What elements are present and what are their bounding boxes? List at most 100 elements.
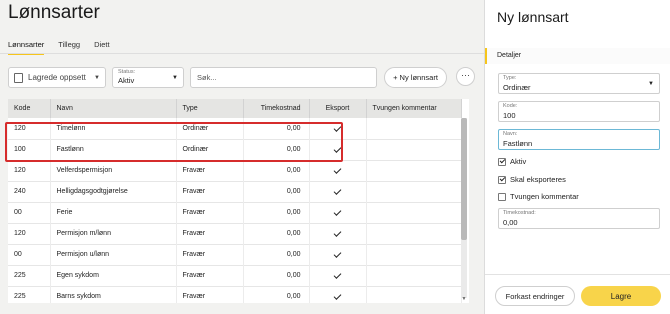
column-header-timekostnad[interactable]: Timekostnad	[243, 99, 310, 118]
kode-field[interactable]: Kode: 100	[498, 101, 660, 122]
table-row[interactable]: 00 Ferie Fravær 0,00	[8, 202, 462, 223]
cell-type: Ordinær	[176, 118, 244, 139]
search-input[interactable]	[190, 67, 377, 88]
table-row[interactable]: 225 Egen sykdom Fravær 0,00	[8, 265, 462, 286]
cell-kode: 120	[8, 118, 51, 139]
cell-navn: Permisjon u/lønn	[50, 244, 177, 265]
discard-changes-button[interactable]: Forkast endringer	[495, 286, 575, 306]
cell-type: Fravær	[176, 244, 244, 265]
table-row[interactable]: 120 Permisjon m/lønn Fravær 0,00	[8, 223, 462, 244]
cell-timekostnad: 0,00	[243, 244, 310, 265]
cell-kode: 100	[8, 139, 51, 160]
cell-type: Fravær	[176, 286, 244, 303]
aktiv-checkbox-row[interactable]: Aktiv	[498, 157, 526, 166]
eksport-checkbox-row[interactable]: Skal eksporteres	[498, 175, 566, 184]
cell-eksport	[309, 139, 367, 160]
column-header-eksport[interactable]: Eksport	[309, 99, 367, 118]
cell-timekostnad: 0,00	[243, 139, 310, 160]
table-row[interactable]: 225 Barns sykdom Fravær 0,00	[8, 286, 462, 303]
timekostnad-field[interactable]: Timekostnad: 0,00	[498, 208, 660, 229]
cell-timekostnad: 0,00	[243, 202, 310, 223]
cell-kode: 00	[8, 202, 51, 223]
caret-down-icon: ▼	[648, 81, 654, 87]
table-header-row: Kode Navn Type Timekostnad Eksport Tvung…	[8, 99, 462, 118]
cell-type: Fravær	[176, 160, 244, 181]
cell-tvungen-kommentar	[366, 118, 462, 139]
navn-field[interactable]: Navn: Fastlønn	[498, 129, 660, 150]
eksport-label: Skal eksporteres	[510, 175, 566, 184]
checkmark-icon	[333, 208, 342, 216]
new-lonnsart-button[interactable]: + Ny lønnsart	[384, 67, 447, 88]
cell-tvungen-kommentar	[366, 181, 462, 202]
timekostnad-label: Timekostnad:	[503, 210, 536, 216]
saved-views-dropdown[interactable]: Lagrede oppsett ▼	[8, 67, 106, 88]
table-row[interactable]: 240 Helligdagsgodtgjørelse Fravær 0,00	[8, 181, 462, 202]
type-value: Ordinær	[503, 83, 531, 92]
tab-detaljer[interactable]: Detaljer	[485, 48, 670, 64]
cell-tvungen-kommentar	[366, 160, 462, 181]
scrollbar-thumb[interactable]	[461, 118, 467, 240]
status-label: Status:	[118, 69, 136, 75]
saved-views-label: Lagrede oppsett	[28, 73, 86, 82]
cell-kode: 120	[8, 223, 51, 244]
column-header-tvungen-kommentar[interactable]: Tvungen kommentar	[366, 99, 462, 118]
caret-down-icon: ▼	[94, 74, 100, 81]
cell-navn: Ferie	[50, 202, 177, 223]
kommentar-label: Tvungen kommentar	[510, 192, 579, 201]
table-scrollbar[interactable]	[461, 118, 467, 298]
kommentar-checkbox[interactable]	[498, 192, 506, 201]
cell-navn: Permisjon m/lønn	[50, 223, 177, 244]
cell-type: Fravær	[176, 181, 244, 202]
cell-navn: Helligdagsgodtgjørelse	[50, 181, 177, 202]
lonnsart-table: Kode Navn Type Timekostnad Eksport Tvung…	[8, 99, 469, 303]
cell-eksport	[309, 223, 367, 244]
status-value: Aktiv	[118, 76, 135, 85]
tabs-divider	[0, 53, 484, 54]
cell-type: Ordinær	[176, 139, 244, 160]
column-header-navn[interactable]: Navn	[50, 99, 177, 118]
scroll-down-icon[interactable]: ▼	[461, 296, 467, 302]
footer-divider	[485, 274, 670, 275]
column-header-type[interactable]: Type	[176, 99, 244, 118]
type-select[interactable]: Type: Ordinær ▼	[498, 73, 660, 94]
cell-eksport	[309, 118, 367, 139]
table-row[interactable]: 120 Velferdspermisjon Fravær 0,00	[8, 160, 462, 181]
cell-timekostnad: 0,00	[243, 286, 310, 303]
cell-timekostnad: 0,00	[243, 223, 310, 244]
navn-label: Navn:	[503, 131, 518, 137]
column-header-kode[interactable]: Kode	[8, 99, 51, 118]
cell-eksport	[309, 181, 367, 202]
cell-kode: 225	[8, 265, 51, 286]
page-title: Lønnsarter	[8, 2, 100, 23]
cell-eksport	[309, 286, 367, 303]
cell-eksport	[309, 244, 367, 265]
table-row[interactable]: 00 Permisjon u/lønn Fravær 0,00	[8, 244, 462, 265]
save-button[interactable]: Lagre	[581, 286, 661, 306]
table-row[interactable]: 120 Timelønn Ordinær 0,00	[8, 118, 462, 139]
checkmark-icon	[333, 292, 342, 300]
new-lonnsart-panel: Ny lønnsart Detaljer Type: Ordinær ▼ Kod…	[485, 0, 670, 314]
cell-tvungen-kommentar	[366, 202, 462, 223]
table-row[interactable]: 100 Fastlønn Ordinær 0,00	[8, 139, 462, 160]
document-icon	[14, 72, 23, 83]
cell-tvungen-kommentar	[366, 265, 462, 286]
checkmark-icon	[333, 229, 342, 237]
cell-tvungen-kommentar	[366, 223, 462, 244]
cell-kode: 225	[8, 286, 51, 303]
cell-eksport	[309, 160, 367, 181]
kode-value: 100	[503, 111, 516, 120]
status-select[interactable]: Status: Aktiv ▼	[112, 67, 184, 88]
kommentar-checkbox-row[interactable]: Tvungen kommentar	[498, 192, 579, 201]
cell-type: Fravær	[176, 265, 244, 286]
main-area: Lønnsarter Lønnsarter Tillegg Diett Lagr…	[0, 0, 484, 314]
cell-eksport	[309, 265, 367, 286]
checkmark-icon	[333, 187, 342, 195]
eksport-checkbox[interactable]	[498, 175, 506, 184]
panel-title: Ny lønnsart	[497, 9, 569, 25]
cell-type: Fravær	[176, 202, 244, 223]
cell-tvungen-kommentar	[366, 244, 462, 265]
cell-kode: 120	[8, 160, 51, 181]
checkmark-icon	[333, 271, 342, 279]
more-options-button[interactable]: ···	[456, 67, 475, 86]
aktiv-checkbox[interactable]	[498, 157, 506, 166]
